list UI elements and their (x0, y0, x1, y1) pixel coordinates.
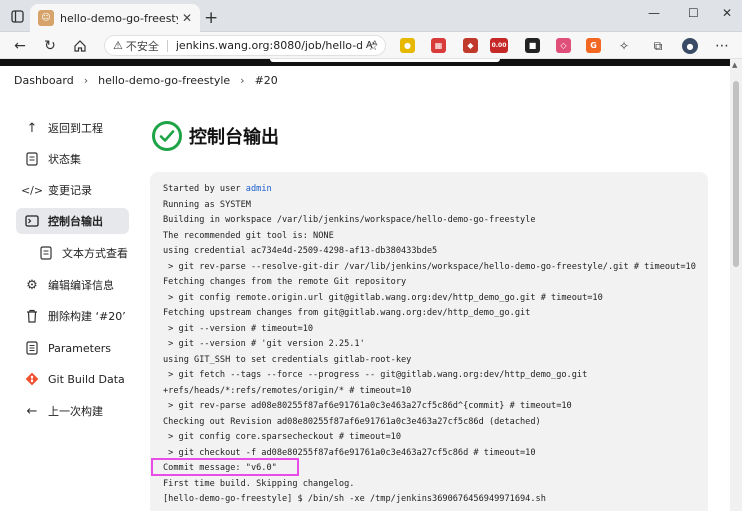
favorite-star-icon[interactable]: ☆ (363, 36, 383, 56)
console-line: > git config core.sparsecheckout # timeo… (163, 432, 401, 442)
console-line: Started by user admin (163, 182, 708, 198)
sidebar-item-changes[interactable]: </> 变更记录 (16, 177, 92, 203)
address-bar[interactable]: ⚠ 不安全 jenkins.wang.org:8080/job/hello-d.… (104, 35, 386, 56)
refresh-icon[interactable]: ↻ (40, 36, 60, 56)
scroll-up-icon[interactable]: ▲ (732, 61, 737, 69)
sidebar-item-git-build-data[interactable]: Git Build Data (16, 366, 125, 392)
close-window-icon[interactable]: ✕ (722, 6, 732, 20)
console-started-prefix: Started by user (163, 184, 246, 194)
extension-2-icon[interactable]: ▦ (431, 38, 446, 53)
extension-1-icon[interactable]: ● (400, 38, 415, 53)
sidebar-item-edit-build-info[interactable]: ⚙ 编辑编译信息 (16, 272, 114, 298)
url-text: jenkins.wang.org:8080/job/hello-d... (175, 39, 362, 52)
console-commit-message-line: Commit message: "v6.0" (163, 463, 277, 473)
console-line: First time build. Skipping changelog. (163, 478, 355, 489)
warning-icon: ⚠ (113, 39, 123, 52)
jenkins-favicon-icon: ☺ (38, 10, 54, 26)
chevron-right-icon: › (83, 74, 89, 87)
sidebar-item-label: 上一次构建 (48, 405, 103, 418)
console-line: using GIT_SSH to set credentials gitlab-… (163, 354, 412, 365)
sidebar-item-label: 返回到工程 (48, 122, 103, 135)
sidebar-item-parameters[interactable]: Parameters (16, 335, 111, 361)
security-label: 不安全 (125, 39, 159, 53)
sidebar-item-status[interactable]: 状态集 (16, 146, 81, 172)
home-icon[interactable] (70, 36, 90, 56)
extension-6-icon[interactable]: ◇ (556, 38, 571, 53)
console-line: > git rev-parse --resolve-git-dir /var/l… (163, 261, 696, 272)
breadcrumb-dashboard[interactable]: Dashboard (14, 74, 74, 87)
console-line: > git --version # timeout=10 (163, 323, 314, 334)
extension-5-icon[interactable]: ■ (525, 38, 540, 53)
gear-icon: ⚙ (26, 277, 38, 293)
console-line: The recommended git tool is: NONE (163, 230, 334, 241)
console-user-link[interactable]: admin (246, 184, 272, 194)
minimize-icon[interactable]: — (648, 6, 660, 20)
browser-tab-bar: ☺ hello-demo-go-freestyle #20 Con ✕ + — … (0, 0, 742, 32)
console-line: Fetching changes from the remote Git rep… (163, 277, 407, 287)
console-line: +refs/heads/*:refs/remotes/origin/* # ti… (163, 385, 412, 396)
tab-title: hello-demo-go-freestyle #20 Con (60, 11, 178, 25)
breadcrumb-build[interactable]: #20 (255, 74, 278, 87)
scroll-thumb[interactable] (733, 81, 739, 267)
sidebar-item-delete-build[interactable]: 删除构建 ‘#20’ (16, 303, 126, 329)
terminal-icon (24, 213, 40, 229)
chevron-right-icon: › (240, 74, 245, 87)
extension-3-icon[interactable]: ◆ (463, 38, 478, 53)
console-line: > git fetch --tags --force --progress --… (163, 370, 588, 380)
sidebar-item-label: 变更记录 (48, 184, 92, 197)
profile-avatar-icon[interactable]: ● (682, 38, 698, 54)
close-tab-icon[interactable]: ✕ (182, 11, 192, 25)
document-icon (38, 245, 54, 261)
new-tab-icon[interactable]: + (204, 8, 218, 28)
extensions-puzzle-icon[interactable]: ✧ (614, 36, 634, 56)
console-line: Building in workspace /var/lib/jenkins/w… (163, 215, 536, 225)
console-line: Checking out Revision ad08e80255f87af6e9… (163, 416, 541, 427)
sidebar-item-previous-build[interactable]: ← 上一次构建 (16, 398, 103, 424)
maximize-icon[interactable]: ☐ (688, 6, 699, 20)
sidebar-item-console-output[interactable]: 控制台输出 (16, 208, 129, 234)
trash-icon (24, 308, 40, 324)
git-icon (24, 371, 40, 387)
back-icon[interactable]: ← (10, 36, 30, 56)
sidebar-item-plain-text[interactable]: 文本方式查看 (30, 240, 128, 266)
sidebar-item-label: Parameters (48, 341, 111, 355)
browser-toolbar: ← ↻ ⚠ 不安全 jenkins.wang.org:8080/job/hell… (0, 32, 742, 59)
console-line: Fetching upstream changes from git@gitla… (163, 308, 531, 318)
console-line: > git --version # 'git version 2.25.1' (163, 339, 365, 349)
success-check-icon (152, 121, 182, 151)
sidebar-item-label: Git Build Data (48, 372, 125, 386)
collections-icon[interactable]: ⧉ (648, 36, 668, 56)
list-icon (24, 340, 40, 356)
sidebar-item-back-to-project[interactable]: ↑ 返回到工程 (16, 115, 103, 141)
sidebar-item-label: 控制台输出 (48, 215, 103, 228)
sidebar-item-label: 删除构建 ‘#20’ (48, 310, 126, 323)
document-icon (24, 151, 40, 167)
extension-7-icon[interactable]: G (586, 38, 601, 53)
breadcrumb-job[interactable]: hello-demo-go-freestyle (98, 74, 230, 87)
sidebar-item-label: 文本方式查看 (62, 247, 128, 260)
page-scrollbar[interactable]: ▲ (730, 59, 742, 511)
console-line: Running as SYSTEM (163, 199, 251, 210)
sidebar-item-label: 状态集 (48, 153, 81, 166)
console-line: using credential ac734e4d-2509-4298-af13… (163, 246, 438, 256)
browser-tab[interactable]: ☺ hello-demo-go-freestyle #20 Con ✕ (30, 4, 200, 32)
console-line: > git config remote.origin.url git@gitla… (163, 292, 603, 303)
more-menu-icon[interactable]: ⋯ (712, 36, 732, 56)
console-line: > git checkout -f ad08e80255f87af6e91761… (163, 447, 536, 458)
breadcrumb: Dashboard › hello-demo-go-freestyle › #2… (14, 74, 278, 87)
tab-actions-icon[interactable] (8, 7, 26, 25)
jenkins-search-box[interactable] (270, 59, 500, 62)
arrow-up-icon: ↑ (26, 120, 38, 136)
arrow-left-icon: ← (26, 403, 38, 419)
code-icon: </> (20, 183, 44, 197)
address-separator (166, 39, 168, 52)
console-line: [hello-demo-go-freestyle] $ /bin/sh -xe … (163, 494, 546, 504)
page-title: 控制台输出 (189, 127, 279, 148)
console-output: Started by user admin Running as SYSTEM … (150, 172, 708, 511)
console-line: > git rev-parse ad08e80255f87af6e91761a0… (163, 401, 572, 411)
extension-badge-icon[interactable]: 0.00 (490, 38, 508, 53)
sidebar-item-label: 编辑编译信息 (48, 279, 114, 292)
